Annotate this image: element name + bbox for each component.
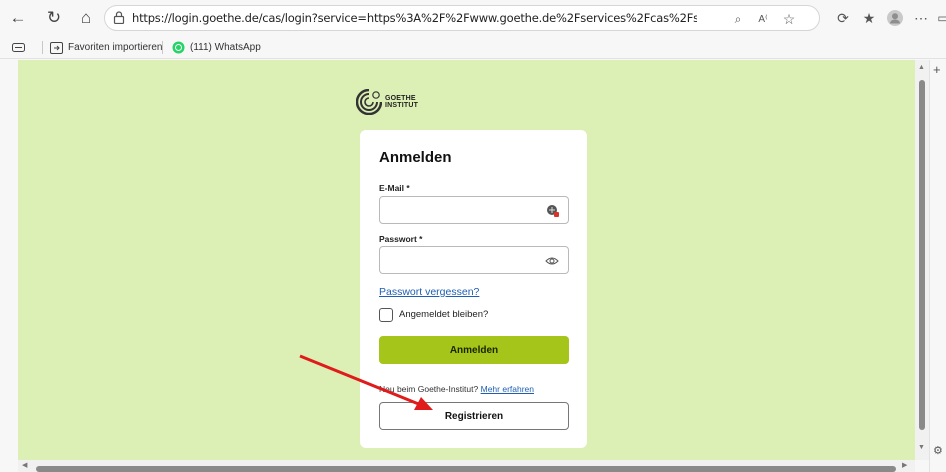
profile-icon[interactable]: [884, 7, 906, 29]
scroll-right-icon[interactable]: ▶: [902, 461, 907, 469]
register-prompt-text: Neu beim Goethe-Institut?: [379, 384, 479, 394]
favorites-icon[interactable]: ★: [858, 7, 880, 29]
forgot-password-link[interactable]: Passwort vergessen?: [379, 286, 479, 298]
scroll-left-icon[interactable]: ◀: [22, 461, 27, 469]
whatsapp-icon: [172, 41, 185, 54]
settings-icon[interactable]: ⚙: [933, 444, 943, 457]
email-label: E-Mail *: [379, 183, 410, 193]
read-aloud-icon[interactable]: A⁽: [754, 10, 772, 28]
login-card: Anmelden E-Mail * Passwort * Passwort ve…: [360, 130, 587, 448]
page-title: Anmelden: [379, 149, 452, 166]
more-icon[interactable]: ⋯: [910, 7, 932, 29]
register-button[interactable]: Registrieren: [379, 402, 569, 430]
login-button[interactable]: Anmelden: [379, 336, 569, 364]
lock-icon[interactable]: [113, 11, 125, 24]
bookmarks-bar: Favoriten importieren (111) WhatsApp: [0, 36, 946, 59]
extensions-icon[interactable]: ⟳: [832, 7, 854, 29]
learn-more-link[interactable]: Mehr erfahren: [481, 384, 534, 394]
bookmark-import-label: Favoriten importieren: [68, 42, 163, 53]
page-viewport: GOETHE INSTITUT Anmelden E-Mail * Passwo…: [18, 60, 915, 460]
password-manager-icon[interactable]: [546, 204, 560, 218]
goethe-logo[interactable]: GOETHE INSTITUT: [356, 88, 426, 116]
email-field[interactable]: [379, 196, 569, 224]
zoom-icon[interactable]: ⌕: [729, 10, 747, 28]
password-field[interactable]: [379, 246, 569, 274]
refresh-icon[interactable]: ↻: [42, 6, 66, 30]
show-password-icon[interactable]: [545, 256, 559, 266]
remember-me-checkbox[interactable]: [379, 308, 393, 322]
scroll-down-icon[interactable]: ▼: [918, 444, 925, 451]
import-icon: [50, 41, 63, 54]
bookmark-separator: [162, 41, 163, 54]
logo-line1: GOETHE: [385, 95, 416, 102]
register-prompt: Neu beim Goethe-Institut? Mehr erfahren: [379, 384, 534, 394]
back-icon[interactable]: ←: [6, 6, 30, 30]
goethe-logo-icon: [356, 89, 382, 115]
vertical-scrollbar[interactable]: ▲ ▼: [915, 60, 929, 460]
add-icon[interactable]: +: [933, 62, 941, 77]
bookmark-import[interactable]: Favoriten importieren: [50, 40, 162, 55]
password-label: Passwort *: [379, 234, 423, 244]
bookmark-separator: [42, 41, 43, 54]
browser-sidebar: + ⚙: [929, 60, 946, 472]
bookmark-whatsapp[interactable]: (111) WhatsApp: [172, 40, 261, 55]
logo-line2: INSTITUT: [385, 102, 419, 109]
address-bar[interactable]: https://login.goethe.de/cas/login?servic…: [104, 5, 820, 31]
home-icon[interactable]: ⌂: [74, 6, 98, 30]
browser-toolbar: ← ↻ ⌂ https://login.goethe.de/cas/login?…: [0, 0, 946, 36]
remember-me-label[interactable]: Angemeldet bleiben?: [399, 309, 488, 320]
horizontal-scrollbar[interactable]: ◀ ▶: [18, 460, 915, 472]
collections-icon[interactable]: [12, 40, 25, 55]
url-text[interactable]: https://login.goethe.de/cas/login?servic…: [132, 11, 697, 25]
vertical-scroll-thumb[interactable]: [919, 80, 925, 430]
bookmark-whatsapp-label: (111) WhatsApp: [190, 42, 261, 53]
sidebar-toggle-icon[interactable]: ▭: [932, 7, 946, 29]
horizontal-scroll-thumb[interactable]: [36, 466, 896, 472]
scroll-up-icon[interactable]: ▲: [918, 64, 925, 71]
favorite-icon[interactable]: ☆: [780, 10, 798, 28]
